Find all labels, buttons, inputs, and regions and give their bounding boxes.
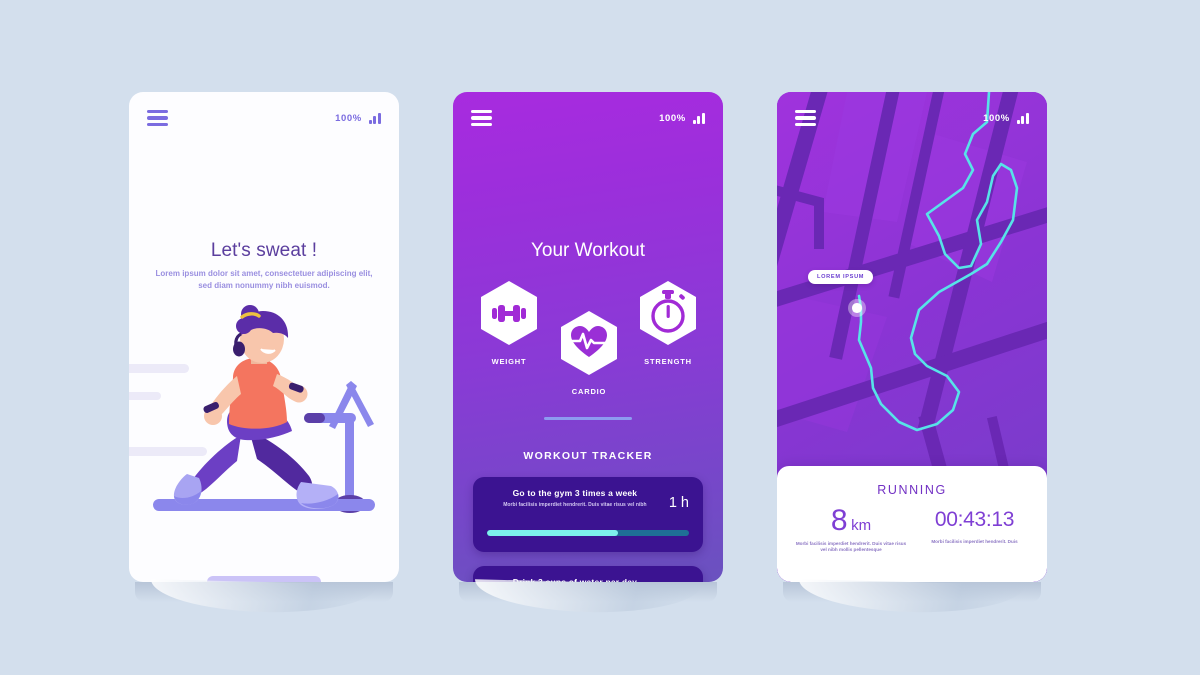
battery-percentage: 100% — [659, 112, 686, 124]
dumbbell-icon — [481, 281, 537, 345]
phone-shadow — [777, 579, 1047, 616]
status-bar-onboarding: 100% — [129, 92, 399, 144]
section-divider — [544, 417, 632, 421]
battery-percentage: 100% — [983, 112, 1010, 124]
page-subtitle: Lorem ipsum dolor sit amet, consectetuer… — [155, 269, 373, 291]
phone-shadow — [129, 579, 399, 616]
category-label: CARDIO — [571, 387, 607, 396]
mockup-canvas: 100% Let's sweat ! Lorem ipsum dolor sit… — [0, 0, 1200, 675]
login-button[interactable]: LOG IN — [207, 576, 321, 582]
distance-value: 8 — [830, 504, 848, 537]
status-indicators: 100% — [659, 112, 705, 124]
tracker-card-time: 5m — [669, 577, 689, 582]
duration-caption: Morbi facilisis imperdiet hendrerit. Dui… — [931, 538, 1018, 544]
duration-stat: 00:43:13 Morbi facilisis imperdiet hendr… — [912, 506, 1037, 545]
tracker-card-time: 1 h — [668, 495, 689, 511]
workout-category-list: WEIGHT CARDIO STRENGTH — [453, 280, 723, 402]
status-bar-tracking: 100% — [777, 92, 1047, 144]
page-title: Your Workout — [530, 240, 646, 261]
category-cardio[interactable]: CARDIO — [559, 310, 619, 396]
signal-bars-icon — [368, 112, 381, 124]
signal-bars-icon — [692, 112, 705, 124]
tracker-card-title: Drink 3 cups of water per day — [512, 577, 638, 582]
status-indicators: 100% — [983, 112, 1029, 124]
map-tooltip[interactable]: LOREM IPSUM — [808, 270, 874, 284]
current-location-marker[interactable] — [848, 299, 866, 317]
phone-screen-workout: 100% Your Workout WEIGHT CARDIO STRENGTH… — [453, 92, 723, 582]
tracker-card[interactable]: Go to the gym 3 times a week Morbi facil… — [473, 477, 703, 552]
activity-stats-panel: RUNNING 8 km Morbi facilisis imperdiet he… — [777, 466, 1047, 582]
category-weight[interactable]: WEIGHT — [479, 280, 539, 366]
progress-bar-fill — [487, 530, 619, 536]
hamburger-menu-icon[interactable] — [795, 109, 816, 127]
tracker-card-description: Morbi facilisis imperdiet hendrerit. Dui… — [503, 502, 647, 509]
page-title: Let's sweat ! — [210, 240, 318, 261]
tracker-card[interactable]: Drink 3 cups of water per day Morbi faci… — [473, 566, 703, 582]
phone-screen-onboarding: 100% Let's sweat ! Lorem ipsum dolor sit… — [129, 92, 399, 582]
distance-stat: 8 km Morbi facilisis imperdiet hendrerit.… — [795, 506, 907, 554]
category-label: STRENGTH — [644, 357, 692, 366]
stopwatch-icon — [640, 281, 696, 345]
category-strength[interactable]: STRENGTH — [638, 280, 698, 366]
distance-caption: Morbi facilisis imperdiet hendrerit. Dui… — [795, 541, 907, 553]
status-indicators: 100% — [335, 112, 381, 124]
woman-running-on-treadmill-illustration — [153, 305, 375, 513]
category-label: WEIGHT — [491, 357, 527, 366]
auth-buttons: LOG IN SIGN UP — [129, 576, 399, 582]
status-bar-workout: 100% — [453, 92, 723, 144]
activity-type-label: RUNNING — [877, 483, 947, 497]
progress-bar — [487, 530, 689, 536]
hamburger-menu-icon[interactable] — [147, 109, 168, 127]
battery-percentage: 100% — [335, 112, 362, 124]
tracker-card-title: Go to the gym 3 times a week — [512, 488, 638, 498]
heart-pulse-icon — [561, 311, 617, 375]
phone-screen-tracking: 100% LOREM IPSUM RUNNING 8 km Morbi facil… — [777, 92, 1047, 582]
hamburger-menu-icon[interactable] — [471, 109, 492, 127]
distance-unit: km — [851, 517, 872, 534]
signal-bars-icon — [1016, 112, 1029, 124]
section-title-workout-tracker: WORKOUT TRACKER — [523, 450, 653, 462]
duration-value: 00:43:13 — [934, 508, 1015, 531]
phone-shadow — [453, 579, 723, 616]
